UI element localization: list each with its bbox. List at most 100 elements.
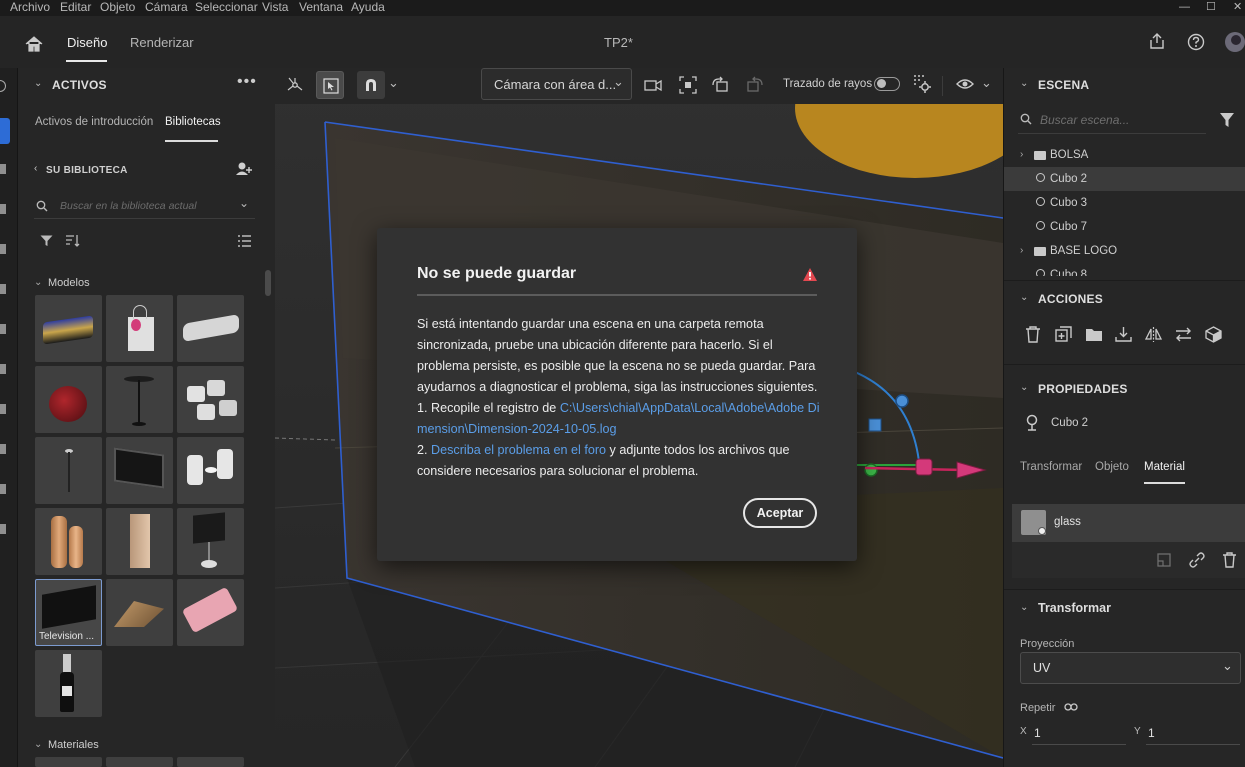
transform-chevron-icon[interactable]: ⌄ (1020, 602, 1028, 613)
unlink-icon[interactable] (1189, 552, 1205, 568)
repeat-x-input[interactable]: 1 (1032, 721, 1126, 745)
material-thumbnail-icon[interactable] (1157, 553, 1171, 567)
tab-libraries[interactable]: Bibliotecas (165, 116, 221, 128)
home-icon[interactable] (24, 35, 44, 53)
close-button[interactable]: ✕ (1233, 0, 1242, 14)
add-person-icon[interactable] (235, 161, 253, 177)
actions-chevron-icon[interactable]: ⌄ (1020, 292, 1028, 303)
models-chevron-icon[interactable]: ⌄ (34, 277, 42, 288)
tree-item-cubo-8[interactable]: Cubo 8 (1004, 263, 1245, 276)
tree-item-base-logo[interactable]: › BASE LOGO (1004, 239, 1245, 263)
scene-search-input[interactable]: Buscar escena... (1018, 108, 1206, 134)
model-thumb-sofa-blue[interactable] (35, 295, 102, 362)
filter-icon[interactable] (40, 235, 53, 247)
tab-transform[interactable]: Transformar (1020, 461, 1082, 473)
tab-design[interactable]: Diseño (67, 35, 107, 50)
collapse-chevron-icon[interactable]: ⌄ (34, 78, 42, 89)
add-tool-icon[interactable] (0, 80, 6, 92)
frame-icon[interactable] (679, 76, 697, 94)
model-thumb-lamp[interactable] (35, 437, 102, 504)
maximize-button[interactable]: ☐ (1206, 0, 1216, 14)
model-thumb-shopping-bag[interactable] (106, 295, 173, 362)
dolly-icon[interactable] (0, 444, 6, 454)
filter-icon[interactable] (1219, 112, 1235, 128)
redo-view-icon[interactable] (746, 76, 764, 94)
magic-wand-icon[interactable] (0, 284, 6, 294)
raytrace-toggle[interactable] (874, 77, 900, 91)
selection-mode-button[interactable] (316, 71, 344, 99)
repeat-y-input[interactable]: 1 (1146, 721, 1240, 745)
hand-icon[interactable] (0, 524, 6, 534)
view-dropdown-chevron-icon[interactable]: ⌄ (981, 75, 992, 91)
expand-chevron-icon[interactable]: › (1020, 239, 1023, 263)
model-thumb-pedestal[interactable] (106, 508, 173, 575)
model-thumb-paper[interactable] (106, 579, 173, 646)
model-thumb-bowl[interactable] (35, 366, 102, 433)
scrollbar-thumb[interactable] (265, 270, 271, 296)
link-icon[interactable] (1064, 702, 1078, 712)
select-tool-icon[interactable] (0, 118, 10, 144)
sort-icon[interactable] (65, 234, 81, 248)
camera-select[interactable]: Cámara con área d... ⌄ (481, 68, 632, 100)
list-view-icon[interactable] (237, 234, 252, 248)
menu-archivo[interactable]: Archivo (10, 0, 50, 14)
model-thumb-sofa-white[interactable] (177, 295, 244, 362)
snap-button[interactable] (357, 71, 385, 99)
menu-seleccionar[interactable]: Seleccionar (195, 0, 258, 14)
forum-link[interactable]: Describa el problema en el foro (431, 443, 606, 457)
dropdown-chevron-icon[interactable]: ⌄ (239, 196, 249, 210)
group-folder-icon[interactable] (1085, 327, 1103, 342)
material-thumb[interactable] (177, 757, 244, 767)
more-options-icon[interactable]: ••• (237, 73, 257, 91)
scale-tool-icon[interactable] (0, 244, 6, 254)
avatar[interactable] (1225, 32, 1245, 52)
convert-to-cube-icon[interactable] (1205, 326, 1222, 343)
properties-chevron-icon[interactable]: ⌄ (1020, 382, 1028, 393)
model-thumb-tv-stand[interactable] (177, 508, 244, 575)
model-thumb-chairs[interactable] (177, 437, 244, 504)
material-row-glass[interactable]: glass (1012, 504, 1245, 542)
tree-item-cubo-7[interactable]: Cubo 7 (1004, 215, 1245, 239)
rotate-tool-icon[interactable] (0, 204, 6, 214)
tree-item-bolsa[interactable]: › BOLSA (1004, 143, 1245, 167)
menu-camara[interactable]: Cámara (145, 0, 188, 14)
model-thumb-cubes[interactable] (177, 366, 244, 433)
delete-material-icon[interactable] (1222, 552, 1237, 568)
menu-editar[interactable]: Editar (60, 0, 91, 14)
tab-object[interactable]: Objeto (1095, 461, 1129, 473)
menu-ayuda[interactable]: Ayuda (351, 0, 385, 14)
menu-objeto[interactable]: Objeto (100, 0, 135, 14)
scene-graph-icon[interactable] (286, 76, 304, 94)
orbit-icon[interactable] (0, 364, 6, 374)
flip-icon[interactable] (1145, 326, 1162, 343)
accept-button[interactable]: Aceptar (743, 498, 817, 528)
tab-material[interactable]: Material (1144, 461, 1185, 473)
expand-chevron-icon[interactable]: › (1020, 143, 1023, 167)
library-search-input[interactable]: Buscar en la biblioteca actual ⌄ (34, 193, 255, 219)
minimize-button[interactable]: — (1179, 0, 1190, 14)
duplicate-icon[interactable] (1055, 326, 1072, 343)
drop-to-ground-icon[interactable] (1115, 326, 1132, 343)
pan-icon[interactable] (0, 404, 6, 414)
menu-ventana[interactable]: Ventana (299, 0, 343, 14)
delete-icon[interactable] (1025, 326, 1041, 343)
model-thumb-pink-foam[interactable] (177, 579, 244, 646)
model-thumb-television-selected[interactable]: Television ... (35, 579, 102, 646)
model-thumb-vase-orange[interactable] (35, 508, 102, 575)
model-thumb-side-table[interactable] (106, 366, 173, 433)
move-tool-icon[interactable] (0, 164, 6, 174)
projection-select[interactable]: UV ⌄ (1020, 652, 1241, 684)
tab-render[interactable]: Renderizar (130, 35, 194, 50)
zoom-icon[interactable] (0, 484, 6, 494)
model-thumb-wine-bottle[interactable] (35, 650, 102, 717)
snap-dropdown-chevron-icon[interactable]: ⌄ (388, 75, 399, 91)
help-icon[interactable] (1187, 33, 1205, 51)
undo-view-icon[interactable] (711, 76, 729, 94)
tree-item-cubo-2[interactable]: Cubo 2 (1004, 167, 1245, 191)
swap-icon[interactable] (1175, 327, 1192, 342)
materials-chevron-icon[interactable]: ⌄ (34, 739, 42, 750)
model-thumb-monitor[interactable] (106, 437, 173, 504)
scene-chevron-icon[interactable]: ⌄ (1020, 78, 1028, 89)
back-chevron-icon[interactable]: ‹ (34, 163, 37, 174)
menu-vista[interactable]: Vista (262, 0, 288, 14)
